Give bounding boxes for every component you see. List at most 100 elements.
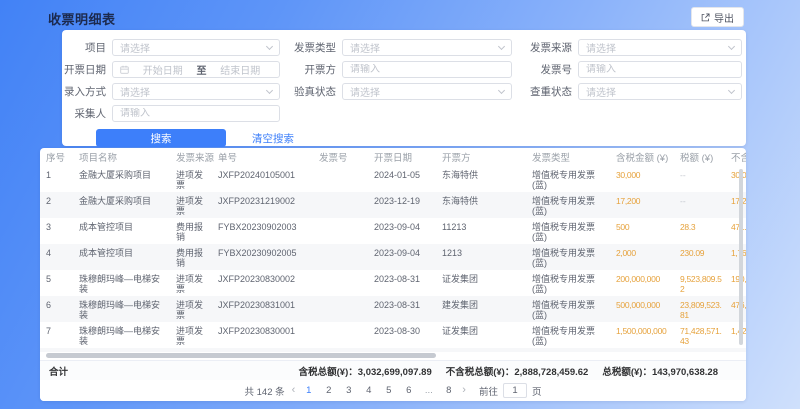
filter-row: 录入方式请选择验真状态请选择查重状态请选择 [62,83,746,100]
search-button[interactable]: 搜索 [96,129,226,147]
cell-invoice-type: 增值税专用发票(蓝) [528,296,612,322]
end-date-placeholder: 结束日期 [209,62,273,77]
cell-invoice-date: 2023-09-04 [370,218,438,244]
cell-amount-incl-tax: 500 [612,218,676,244]
page-button-1[interactable]: 1 [302,385,315,396]
table-row[interactable]: 1金融大厦采购项目进项发票JXFP202401050012024-01-05东海… [40,166,746,192]
clear-search-button[interactable]: 清空搜索 [252,131,294,146]
pagination-ellipsis: ... [422,385,435,396]
cell-project-name: 成本管控项目 [75,244,172,270]
table-row[interactable]: 6珠穆朗玛峰—电梯安装进项发票JXFP202308310012023-08-31… [40,296,746,322]
filter-actions: 搜索 清空搜索 [96,129,746,147]
table-row[interactable]: 2金融大厦采购项目进项发票JXFP202312190022023-12-19东海… [40,192,746,218]
goto-suffix: 页 [532,384,542,398]
cell-invoice-date: 2023-08-31 [370,270,438,296]
select-dup-check-status[interactable]: 请选择 [578,83,742,100]
cell-invoice-source: 费用报销 [172,218,214,244]
column-header-3: 单号 [214,150,315,164]
placeholder-text: 请选择 [120,40,263,55]
table-header-row: 序号项目名称发票来源单号发票号开票日期开票方发票类型含税金额 (¥)税额 (¥)… [40,148,746,166]
chevron-down-icon [728,43,735,50]
cell-project-name: 金融大厦采购项目 [75,166,172,192]
cell-invoice-source: 进项发票 [172,322,214,348]
vertical-scrollbar-thumb[interactable] [739,169,743,345]
placeholder-text: 请选择 [586,84,725,99]
cell-no: 4 [40,244,75,270]
cell-issuer: 东海特供 [438,166,528,192]
prev-page-button[interactable]: ‹ [292,385,296,396]
table-row[interactable]: 7珠穆朗玛峰—电梯安装进项发票JXFP202308300012023-08-30… [40,322,746,348]
filter-label-issuer: 开票方 [286,62,336,77]
chevron-down-icon [498,43,505,50]
cell-invoice-type: 增值税专用发票(蓝) [528,322,612,348]
filter-label-invoice-source: 发票来源 [518,40,572,55]
filter-label-dup-check-status: 查重状态 [518,84,572,99]
cell-issuer: 东海特供 [438,192,528,218]
export-button[interactable]: 导出 [691,7,744,27]
cell-invoice-no [315,218,370,244]
select-project[interactable]: 请选择 [112,39,280,56]
cell-invoice-source: 进项发票 [172,296,214,322]
cell-tax-amount: -- [676,192,727,218]
chevron-down-icon [266,87,273,94]
daterange-invoice-date[interactable]: 开始日期至结束日期 [112,61,280,78]
pagination-total: 共 142 条 [244,384,284,398]
table-row[interactable]: 4成本管控项目费用报销FYBX202309020052023-09-041213… [40,244,746,270]
column-header-7: 发票类型 [528,150,612,164]
placeholder-text: 请选择 [350,84,495,99]
summary-item: 不含税总额(¥)：2,888,728,459.62 [446,364,589,378]
input-invoice-no[interactable] [578,61,742,78]
export-icon [701,13,710,22]
filter-row: 开票日期开始日期至结束日期开票方发票号 [62,61,746,78]
input-invoice-no-field[interactable] [586,64,734,75]
input-issuer-field[interactable] [350,64,504,75]
cell-invoice-source: 进项发票 [172,166,214,192]
cell-project-name: 金融大厦采购项目 [75,192,172,218]
summary-item-label: 总税额(¥)： [602,367,652,378]
cell-issuer: 建发集团 [438,296,528,322]
table-row[interactable]: 5珠穆朗玛峰—电梯安装进项发票JXFP202308300022023-08-31… [40,270,746,296]
cell-amount-excl-tax: 471.7 [727,218,746,244]
column-header-0: 序号 [40,150,75,164]
cell-invoice-no [315,244,370,270]
column-header-1: 项目名称 [75,150,172,164]
column-header-4: 发票号 [315,150,370,164]
cell-invoice-source: 进项发票 [172,192,214,218]
select-invoice-source[interactable]: 请选择 [578,39,742,56]
filter-rows: 项目请选择发票类型请选择发票来源请选择开票日期开始日期至结束日期开票方发票号录入… [62,39,746,122]
filter-panel: 项目请选择发票类型请选择发票来源请选择开票日期开始日期至结束日期开票方发票号录入… [62,30,746,146]
cell-issuer: 证发集团 [438,322,528,348]
input-collector[interactable] [112,105,280,122]
column-header-8: 含税金额 (¥) [612,150,676,164]
filter-label-verify-status: 验真状态 [286,84,336,99]
cell-no: 6 [40,296,75,322]
cell-order-no: JXFP20230831001 [214,296,315,322]
input-collector-field[interactable] [120,108,272,119]
cell-issuer: 1213 [438,244,528,270]
page-button-8[interactable]: 8 [442,385,455,396]
page-button-2[interactable]: 2 [322,385,335,396]
select-entry-method[interactable]: 请选择 [112,83,280,100]
page-button-3[interactable]: 3 [342,385,355,396]
goto-page-input[interactable] [503,383,527,398]
summary-item-value: 3,032,699,097.89 [358,367,432,378]
page-button-6[interactable]: 6 [402,385,415,396]
horizontal-scrollbar-thumb[interactable] [46,353,436,358]
summary-item: 含税总额(¥)：3,032,699,097.89 [299,364,432,378]
filter-label-collector: 采集人 [62,106,106,121]
select-invoice-type[interactable]: 请选择 [342,39,512,56]
select-verify-status[interactable]: 请选择 [342,83,512,100]
table-row[interactable]: 3成本管控项目费用报销FYBX202309020032023-09-041121… [40,218,746,244]
cell-project-name: 珠穆朗玛峰—电梯安装 [75,296,172,322]
cell-amount-excl-tax: 476,190,476.19 [727,296,746,322]
cell-tax-amount: -- [676,166,727,192]
page-button-4[interactable]: 4 [362,385,375,396]
cell-invoice-no [315,322,370,348]
input-issuer[interactable] [342,61,512,78]
cell-invoice-type: 增值税专用发票(蓝) [528,244,612,270]
cell-invoice-no [315,270,370,296]
page-button-5[interactable]: 5 [382,385,395,396]
next-page-button[interactable]: › [462,385,466,396]
cell-tax-amount: 230.09 [676,244,727,270]
summary-label: 合计 [40,364,68,378]
